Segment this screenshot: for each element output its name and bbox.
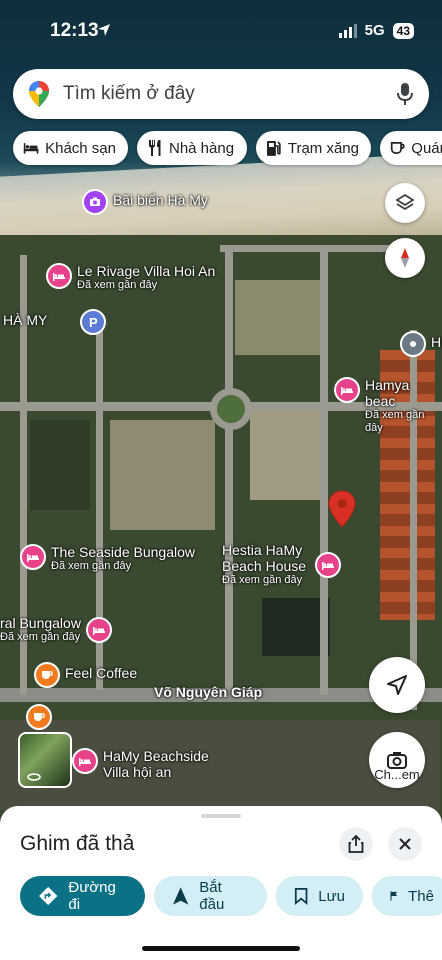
poi-name: H [431, 334, 442, 350]
compass-icon [401, 248, 409, 268]
pin-icon [400, 331, 426, 357]
poi-le-rivage[interactable]: Le Rivage Villa Hoi An Đã xem gần đây [46, 263, 215, 292]
bottom-sheet: Ghim đã thả Đường đi Bắt đầu Lưu Thê [0, 806, 442, 960]
road [320, 250, 328, 695]
poi-name: Bãi biển Hà My [113, 192, 208, 208]
bed-icon [23, 143, 39, 154]
bed-icon [85, 617, 112, 643]
map-field [250, 410, 320, 500]
action-label: Thê [408, 887, 434, 905]
compass-button[interactable] [385, 238, 425, 278]
poi-name: The Seaside Bungalow [51, 544, 195, 560]
poi-subtitle: Đã xem gần đây [0, 631, 81, 643]
chip-cafes[interactable]: Quán [380, 131, 442, 165]
coffee-icon [26, 704, 52, 730]
rotate-360-icon [27, 773, 41, 781]
poi-hestia-hamy[interactable]: Hestia HaMy Beach House Đã xem gần đây [222, 542, 341, 587]
chip-gas-stations[interactable]: Trạm xăng [256, 131, 371, 165]
poi-subtitle: Đã xem gần đây [365, 409, 425, 434]
gas-station-icon [266, 141, 281, 156]
poi-subtitle: Đã xem gần đây [222, 574, 303, 586]
layers-icon [395, 193, 415, 211]
poi-subtitle: Đã xem gần đây [77, 279, 158, 291]
poi-ha-my-beach[interactable]: Bãi biển Hà My [82, 189, 208, 215]
bed-icon [334, 377, 360, 403]
map-field [235, 280, 320, 355]
microphone-icon[interactable] [397, 82, 413, 106]
poi-name: Hamya beac [365, 377, 410, 409]
chip-label: Quán [411, 139, 442, 157]
share-icon [348, 835, 364, 853]
poi-name: Le Rivage Villa Hoi An [77, 263, 216, 279]
network-type: 5G [364, 22, 385, 39]
navigation-arrow-icon [172, 887, 189, 905]
close-button[interactable] [388, 827, 422, 861]
coffee-icon [34, 662, 60, 688]
action-label: Bắt đầu [199, 879, 225, 913]
layers-button[interactable] [385, 183, 425, 223]
chip-restaurants[interactable]: Nhà hàng [137, 131, 247, 165]
fork-knife-icon [149, 140, 161, 156]
battery-icon: 43 [392, 22, 414, 39]
poi-subtitle: Đã xem gần đây [51, 560, 132, 572]
google-maps-logo-icon [29, 81, 49, 107]
close-icon [399, 838, 411, 850]
coffee-icon [390, 142, 405, 154]
bed-icon [46, 263, 72, 289]
poi-seaside-bungalow[interactable]: The Seaside Bungalow Đã xem gần đây [20, 544, 195, 573]
poi-ral-bungalow[interactable]: ral Bungalow Đã xem gần đây [0, 615, 112, 644]
status-bar: 12:13 5G 43 [0, 16, 442, 46]
camera-icon [82, 189, 108, 215]
dropped-pin-icon[interactable] [328, 490, 356, 528]
poi-h-marker[interactable]: H [400, 331, 441, 357]
sheet-handle[interactable] [201, 814, 241, 818]
poi-name: HaMy Beachside Villa hội an [103, 748, 209, 780]
search-bar[interactable]: Tìm kiếm ở đây [13, 69, 429, 119]
chip-hotels[interactable]: Khách sạn [13, 131, 128, 165]
chip-label: Nhà hàng [169, 139, 235, 157]
location-arrow-icon [98, 24, 110, 36]
search-input[interactable]: Tìm kiếm ở đây [63, 83, 195, 105]
chip-label: Khách sạn [45, 139, 116, 157]
bookmark-icon [294, 887, 308, 906]
poi-cafe-marker[interactable] [26, 704, 52, 730]
signal-icon [338, 23, 357, 38]
poi-ha-my-parking[interactable]: HÀ MY P [3, 309, 107, 335]
road [225, 245, 233, 690]
navigation-arrow-icon [387, 675, 407, 695]
street-label: Võ Nguyên Giáp [154, 684, 263, 700]
poi-hamya-beach[interactable]: Hamya beac Đã xem gần đây [334, 377, 442, 435]
share-button[interactable] [339, 827, 373, 861]
street-view-thumbnail[interactable] [18, 732, 72, 788]
directions-icon [39, 886, 58, 906]
my-location-button[interactable] [369, 657, 425, 713]
save-button[interactable]: Lưu [276, 876, 363, 916]
bed-icon [315, 552, 341, 578]
add-label-button[interactable]: Thê [372, 876, 442, 916]
road [220, 245, 390, 252]
map-field [110, 420, 215, 530]
map-trees [30, 420, 90, 510]
action-label: Đường đi [68, 879, 116, 913]
poi-name: Hestia HaMy Beach House [222, 542, 307, 574]
directions-button[interactable]: Đường đi [20, 876, 145, 916]
roundabout [210, 388, 252, 430]
home-indicator[interactable] [142, 946, 300, 951]
lens-label: Ch...em [374, 767, 420, 782]
bed-icon [20, 544, 46, 570]
poi-name: HÀ MY [3, 312, 48, 328]
poi-hamy-beachside[interactable]: HaMy Beachside Villa hội an [72, 748, 223, 780]
status-network: 5G 43 [338, 22, 414, 39]
poi-feel-coffee[interactable]: Feel Coffee [34, 662, 137, 688]
poi-name: Feel Coffee [65, 665, 138, 681]
start-button[interactable]: Bắt đầu [154, 876, 267, 916]
chip-label: Trạm xăng [287, 139, 359, 157]
bed-icon [72, 748, 98, 774]
sheet-title: Ghim đã thả [20, 832, 135, 855]
flag-icon [390, 891, 398, 901]
action-label: Lưu [318, 887, 345, 905]
poi-name: ral Bungalow [0, 615, 81, 631]
status-time: 12:13 [50, 20, 99, 41]
parking-icon: P [80, 309, 107, 335]
